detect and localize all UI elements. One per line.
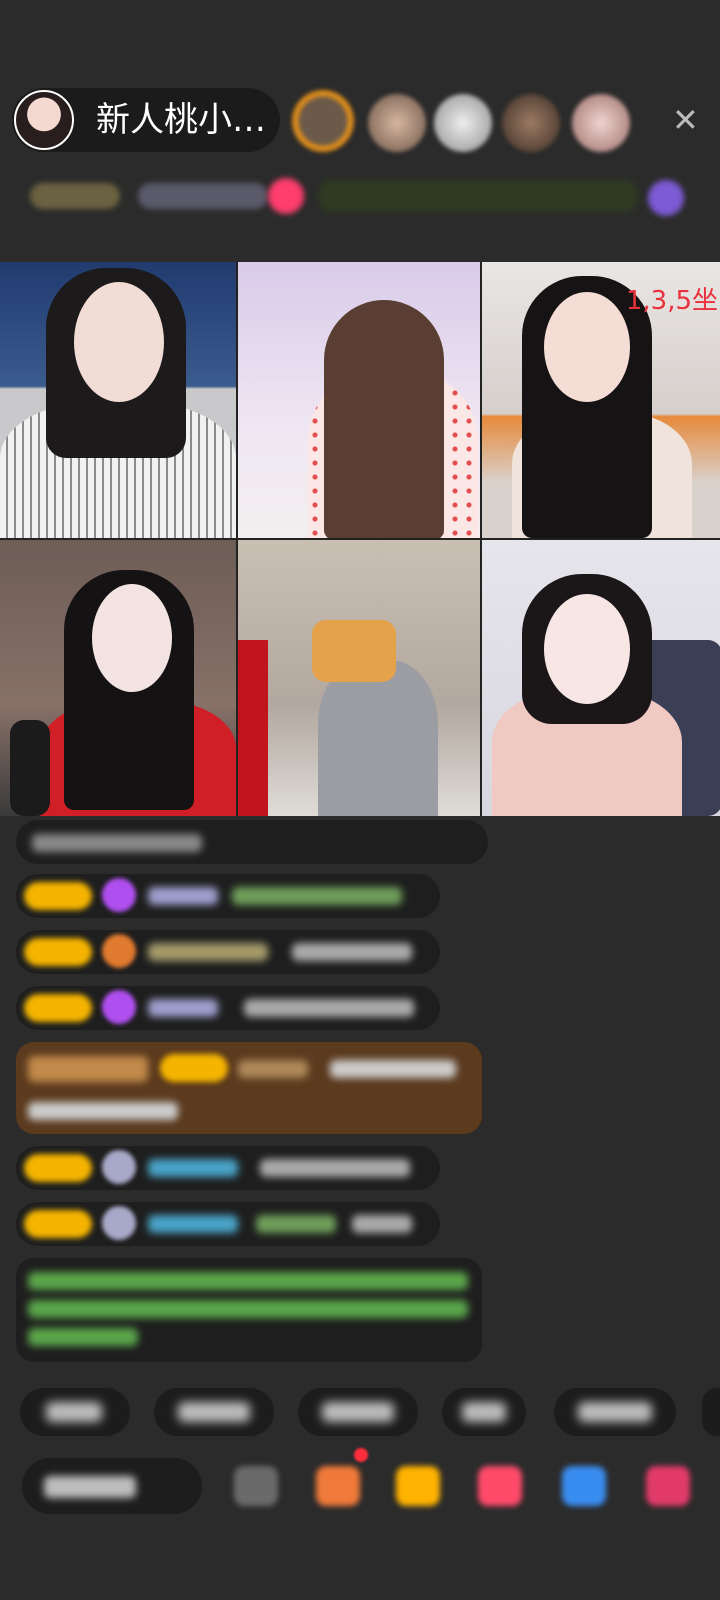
quick-reply-chip[interactable] [702,1388,720,1436]
guest-hair [324,300,444,538]
chat-username [148,943,268,961]
notice-text [28,1272,468,1290]
chat-input-placeholder [44,1476,136,1498]
notice-marquee[interactable] [318,180,638,212]
chat-username [148,1159,238,1177]
chat-text [244,999,414,1017]
guest-video-tile[interactable] [0,540,236,816]
game-icon[interactable] [562,1466,606,1506]
heart-icon[interactable] [478,1466,522,1506]
level-badge [24,938,92,966]
quick-reply-chip[interactable] [554,1388,676,1436]
chat-text [32,834,202,852]
level-badge [24,994,92,1022]
level-badge [24,882,92,910]
chat-feed[interactable] [0,820,720,1362]
pillow-prop [312,620,396,682]
chat-username [148,999,218,1017]
quick-reply-text [462,1402,506,1422]
shop-icon[interactable] [316,1466,360,1506]
guest-face [92,584,172,692]
guest-video-tile[interactable] [238,540,480,816]
host-name[interactable]: 新人桃小… [96,100,266,140]
chat-username [148,1215,238,1233]
chat-username [148,887,218,905]
user-badge-icon [102,1206,136,1240]
quick-reply-text [578,1402,652,1422]
fan-badge-icon [102,934,136,968]
guest-face [74,282,164,402]
multi-guest-video-grid: 1,3,5坐 [0,262,720,816]
screen-icon[interactable] [234,1466,278,1506]
notification-dot [354,1448,368,1462]
chat-text [28,1102,178,1120]
chat-text [232,887,402,905]
guest-face [544,594,630,704]
quick-reply-text [322,1402,394,1422]
host-avatar[interactable] [14,90,74,150]
chat-text [330,1060,456,1078]
quick-reply-text [178,1402,250,1422]
level-badge [160,1054,228,1082]
notice-text [28,1328,138,1346]
quick-reply-chip[interactable] [154,1388,274,1436]
guest-figure [318,660,438,816]
top-viewer-avatar[interactable] [368,94,426,152]
guest-face [544,292,630,402]
noble-badge [28,1056,148,1082]
top-viewer-avatar[interactable] [434,94,492,152]
holiday-poster [238,640,268,816]
quick-reply-chip[interactable] [442,1388,526,1436]
chat-text [260,1159,410,1177]
gift-icon[interactable] [396,1466,440,1506]
more-icon[interactable] [646,1466,690,1506]
top-viewer-avatar[interactable] [572,94,630,152]
microphone-icon [10,720,50,816]
seat-order-label: 1,3,5坐 [625,286,718,316]
gift-icon[interactable] [648,180,684,216]
chat-text [292,943,412,961]
quick-reply-chip[interactable] [298,1388,418,1436]
hot-badge [138,183,268,209]
chat-username [238,1060,308,1078]
chat-text [352,1215,412,1233]
chat-text [256,1215,336,1233]
quick-reply-text [46,1402,102,1422]
top-viewer-avatar[interactable] [502,94,560,152]
guest-video-tile[interactable] [0,262,236,538]
diamond-icon [102,990,136,1024]
level-badge [24,1210,92,1238]
quick-reply-chip[interactable] [20,1388,130,1436]
guest-video-tile[interactable]: 1,3,5坐 [482,262,720,538]
room-info-row[interactable] [20,176,700,216]
notice-text [28,1300,468,1318]
guest-video-tile[interactable] [238,262,480,538]
close-icon[interactable]: ✕ [672,104,699,136]
diamond-icon [102,878,136,912]
guest-video-tile[interactable] [482,540,720,816]
user-badge-icon [102,1150,136,1184]
pink-icon[interactable] [268,178,304,214]
top-viewer-avatar[interactable] [292,90,354,152]
level-badge [30,183,120,209]
level-badge [24,1154,92,1182]
